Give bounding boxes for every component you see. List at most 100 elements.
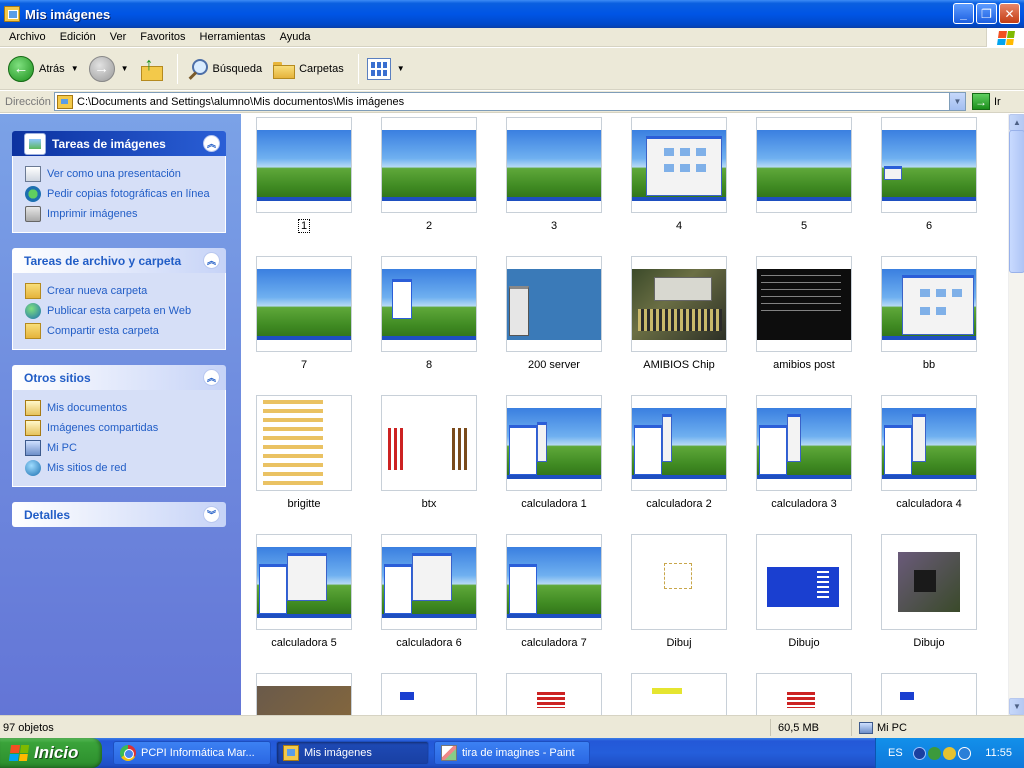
taskbar-item-explorer[interactable]: Mis imágenes: [276, 741, 429, 765]
file-item[interactable]: 5: [756, 117, 852, 232]
menu-herramientas[interactable]: Herramientas: [193, 31, 273, 43]
task-print-images[interactable]: Imprimir imágenes: [25, 204, 215, 224]
file-item[interactable]: 8: [381, 256, 477, 371]
scroll-up-icon[interactable]: ▲: [1009, 114, 1024, 131]
file-item[interactable]: bb: [881, 256, 977, 371]
address-path[interactable]: C:\Documents and Settings\alumno\Mis doc…: [77, 96, 404, 108]
file-item[interactable]: [756, 673, 852, 715]
task-new-folder[interactable]: Crear nueva carpeta: [25, 281, 215, 301]
thumbnail[interactable]: [756, 117, 852, 213]
thumbnail[interactable]: [631, 534, 727, 630]
tray-arrow-icon[interactable]: [912, 746, 926, 760]
thumbnail[interactable]: [506, 395, 602, 491]
back-button[interactable]: ← Atrás ▼: [6, 52, 81, 86]
file-item[interactable]: calculadora 7: [506, 534, 602, 649]
file-item[interactable]: calculadora 5: [256, 534, 352, 649]
file-item[interactable]: [631, 673, 727, 715]
menu-ayuda[interactable]: Ayuda: [273, 31, 318, 43]
back-dropdown-icon[interactable]: ▼: [71, 64, 79, 73]
address-input[interactable]: C:\Documents and Settings\alumno\Mis doc…: [54, 92, 966, 111]
file-item[interactable]: 3: [506, 117, 602, 232]
chevron-up-icon[interactable]: ︽: [203, 135, 220, 152]
clock[interactable]: 11:55: [985, 747, 1012, 759]
thumbnail[interactable]: [256, 256, 352, 352]
file-item[interactable]: 6: [881, 117, 977, 232]
place-shared-pictures[interactable]: Imágenes compartidas: [25, 418, 215, 438]
thumbnail[interactable]: [256, 534, 352, 630]
thumbnail[interactable]: [631, 395, 727, 491]
panel-header-file-tasks[interactable]: Tareas de archivo y carpeta ︽: [12, 248, 226, 273]
file-view[interactable]: 1 2 3 4 5 6 7 8 200 server AMIBIOS Chip …: [241, 114, 1008, 715]
file-item[interactable]: amibios post: [756, 256, 852, 371]
chevron-down-icon[interactable]: ︾: [203, 506, 220, 523]
scroll-down-icon[interactable]: ▼: [1009, 698, 1024, 715]
views-dropdown-icon[interactable]: ▼: [397, 64, 405, 73]
file-item[interactable]: calculadora 6: [381, 534, 477, 649]
panel-header-image-tasks[interactable]: Tareas de imágenes ︽: [12, 131, 226, 156]
thumbnail[interactable]: [381, 395, 477, 491]
thumbnail[interactable]: [381, 534, 477, 630]
close-button[interactable]: ✕: [999, 3, 1020, 24]
place-network[interactable]: Mis sitios de red: [25, 458, 215, 478]
file-item[interactable]: AMIBIOS Chip: [631, 256, 727, 371]
search-button[interactable]: Búsqueda: [184, 52, 265, 86]
thumbnail[interactable]: [381, 673, 477, 715]
go-button[interactable]: → Ir: [972, 93, 1001, 110]
file-item[interactable]: [881, 673, 977, 715]
taskbar-item-paint[interactable]: tira de imagines - Paint: [434, 741, 590, 765]
thumbnail[interactable]: [631, 673, 727, 715]
volume-icon[interactable]: [942, 746, 956, 760]
language-indicator[interactable]: ES: [888, 747, 903, 759]
start-button[interactable]: Inicio: [0, 738, 102, 768]
place-my-documents[interactable]: Mis documentos: [25, 398, 215, 418]
thumbnail[interactable]: [631, 256, 727, 352]
task-publish-web[interactable]: Publicar esta carpeta en Web: [25, 301, 215, 321]
file-item[interactable]: calculadora 3: [756, 395, 852, 510]
panel-header-details[interactable]: Detalles ︾: [12, 502, 226, 527]
forward-button[interactable]: → ▼: [87, 52, 131, 86]
thumbnail[interactable]: [756, 256, 852, 352]
task-share-folder[interactable]: Compartir esta carpeta: [25, 321, 215, 341]
thumbnail[interactable]: [256, 117, 352, 213]
file-item[interactable]: Dibuj: [631, 534, 727, 649]
thumbnail[interactable]: [756, 673, 852, 715]
up-folder-button[interactable]: [137, 52, 165, 86]
file-item[interactable]: 2: [381, 117, 477, 232]
menu-archivo[interactable]: Archivo: [2, 31, 53, 43]
chevron-up-icon[interactable]: ︽: [203, 252, 220, 269]
folder-pictures-icon[interactable]: [4, 6, 20, 22]
thumbnail[interactable]: [506, 256, 602, 352]
place-my-computer[interactable]: Mi PC: [25, 438, 215, 458]
panel-header-other-places[interactable]: Otros sitios ︽: [12, 365, 226, 390]
views-button[interactable]: ▼: [365, 52, 407, 86]
file-item[interactable]: 7: [256, 256, 352, 371]
vertical-scrollbar[interactable]: ▲ ▼: [1008, 114, 1024, 715]
security-icon[interactable]: [957, 746, 971, 760]
thumbnail[interactable]: [756, 395, 852, 491]
file-item[interactable]: [506, 673, 602, 715]
thumbnail[interactable]: [756, 534, 852, 630]
file-item[interactable]: [381, 673, 477, 715]
thumbnail[interactable]: [506, 673, 602, 715]
thumbnail[interactable]: [631, 117, 727, 213]
thumbnail[interactable]: [881, 673, 977, 715]
maximize-button[interactable]: ❐: [976, 3, 997, 24]
task-order-prints[interactable]: Pedir copias fotográficas en línea: [25, 184, 215, 204]
file-item[interactable]: Dibujo: [756, 534, 852, 649]
thumbnail[interactable]: [381, 256, 477, 352]
thumbnail[interactable]: [881, 534, 977, 630]
forward-dropdown-icon[interactable]: ▼: [121, 64, 129, 73]
file-item[interactable]: calculadora 4: [881, 395, 977, 510]
taskbar-item-chrome[interactable]: PCPI Informática Mar...: [113, 741, 271, 765]
file-item[interactable]: calculadora 1: [506, 395, 602, 510]
thumbnail[interactable]: [256, 395, 352, 491]
thumbnail[interactable]: [506, 117, 602, 213]
thumbnail[interactable]: [506, 534, 602, 630]
task-slideshow[interactable]: Ver como una presentación: [25, 164, 215, 184]
minimize-button[interactable]: _: [953, 3, 974, 24]
file-item[interactable]: Dibujo: [881, 534, 977, 649]
file-item[interactable]: btx: [381, 395, 477, 510]
thumbnail[interactable]: [381, 117, 477, 213]
thumbnail[interactable]: [256, 673, 352, 715]
menu-edicion[interactable]: Edición: [53, 31, 103, 43]
